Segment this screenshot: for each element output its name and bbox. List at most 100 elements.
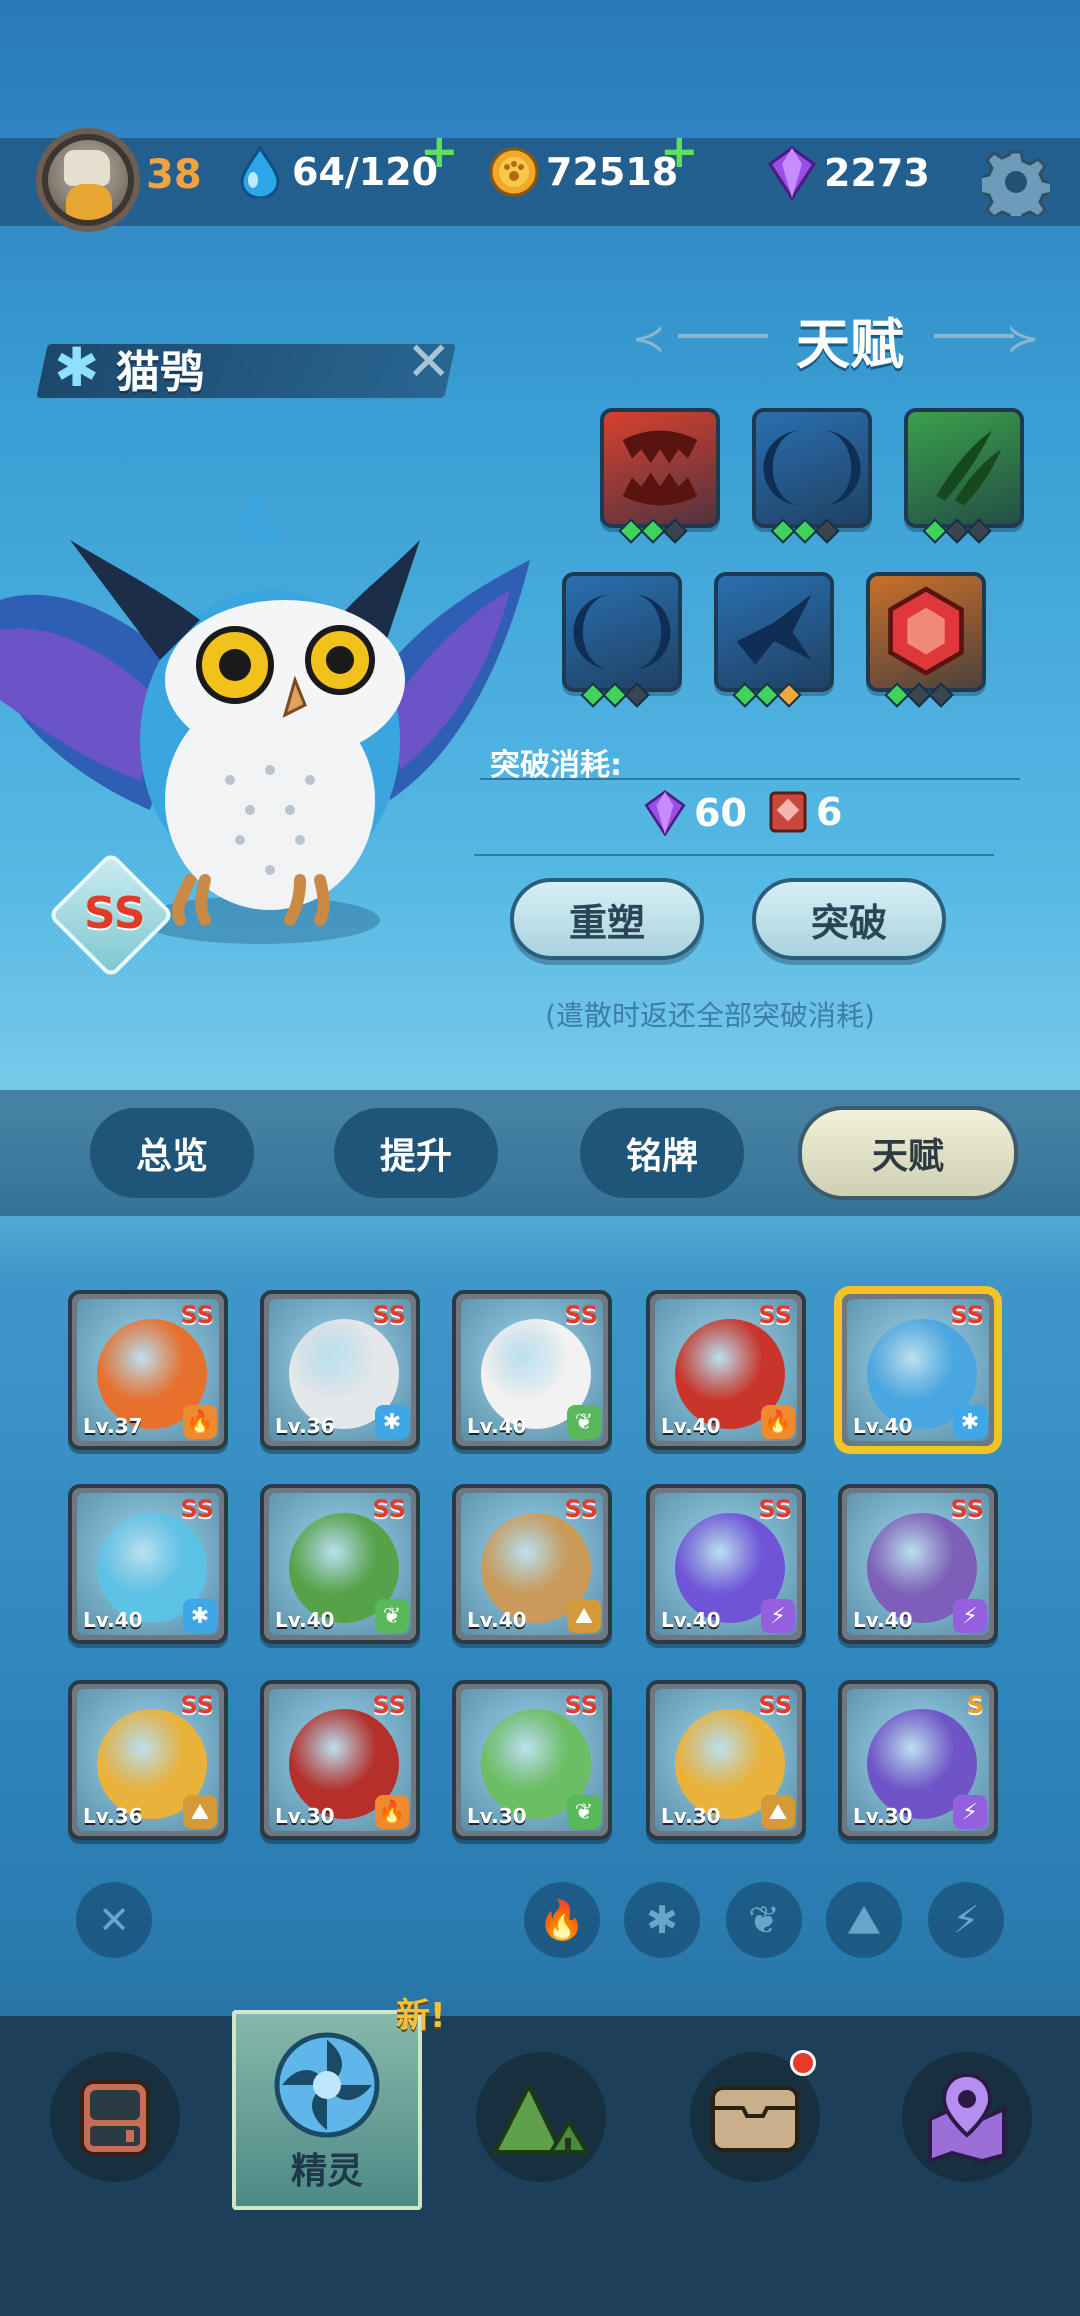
- tab-talent[interactable]: 天赋: [798, 1106, 1018, 1200]
- talent-slot[interactable]: [714, 572, 834, 708]
- gem-cost-value: 60: [694, 791, 747, 835]
- hexagon-gem-icon: [888, 586, 964, 676]
- add-stamina-button[interactable]: +: [420, 124, 459, 178]
- creature-rank: SS: [180, 1301, 215, 1329]
- creature-card[interactable]: SS Lv.30 ❦: [452, 1680, 612, 1840]
- creature-level: Lv.40: [83, 1608, 143, 1632]
- spirit-swirl-icon: [274, 2032, 380, 2138]
- creature-card[interactable]: SS Lv.40 ✱: [68, 1484, 228, 1644]
- creature-card-portrait: SS Lv.37 🔥: [77, 1299, 219, 1441]
- grass-element-icon: ❦: [375, 1599, 409, 1633]
- fire-element-icon: 🔥: [761, 1405, 795, 1439]
- creature-rank: SS: [372, 1495, 407, 1523]
- talent-slot[interactable]: [600, 408, 720, 544]
- creature-level: Lv.40: [853, 1414, 913, 1438]
- gems-display: 2273: [768, 146, 930, 200]
- grass-element-icon: ❦: [567, 1405, 601, 1439]
- creature-level: Lv.40: [661, 1608, 721, 1632]
- creature-level: Lv.40: [467, 1608, 527, 1632]
- creature-rank: SS: [180, 1691, 215, 1719]
- talent-pips: [732, 682, 802, 708]
- creature-rank: SS: [950, 1495, 985, 1523]
- tab-nameplate[interactable]: 铭牌: [580, 1108, 744, 1198]
- fang-icon: [622, 430, 698, 506]
- grass-element-icon: ❦: [567, 1795, 601, 1829]
- treasure-chest-icon: [711, 2086, 799, 2152]
- creature-card[interactable]: SS Lv.40 ⚡: [646, 1484, 806, 1644]
- player-avatar[interactable]: [36, 128, 140, 232]
- book-cost-value: 6: [816, 790, 843, 834]
- creature-card[interactable]: SS Lv.37 🔥: [68, 1290, 228, 1450]
- player-level: 38: [146, 152, 202, 198]
- earth-element-icon: ⛰: [761, 1795, 795, 1829]
- talent-slot[interactable]: [904, 408, 1024, 544]
- talent-pip: [814, 518, 840, 544]
- creature-card-portrait: SS Lv.40 ⛰: [461, 1493, 603, 1635]
- close-icon: ✕: [98, 1898, 130, 1942]
- nav-backpack[interactable]: [50, 2052, 180, 2182]
- creature-card[interactable]: SS Lv.40 ❦: [260, 1484, 420, 1644]
- mountain-icon: [491, 2081, 591, 2154]
- ice-filter-button[interactable]: ✱: [624, 1882, 700, 1958]
- talent-book-icon: [769, 791, 807, 833]
- creature-level: Lv.40: [467, 1414, 527, 1438]
- electric-element-icon: ⚡: [953, 1599, 987, 1633]
- cost-divider-bottom: [474, 854, 994, 856]
- grass-filter-button[interactable]: ❦: [726, 1882, 802, 1958]
- creature-card-portrait: SS Lv.30 🔥: [269, 1689, 411, 1831]
- talent-slot[interactable]: [562, 572, 682, 708]
- talent-pip: [624, 682, 650, 708]
- talent-pips: [580, 682, 650, 708]
- crescent-icon: [763, 430, 861, 506]
- breakthrough-button[interactable]: 突破: [752, 878, 946, 960]
- creature-level: Lv.40: [275, 1608, 335, 1632]
- creature-card[interactable]: SS Lv.40 ⛰: [452, 1484, 612, 1644]
- creature-card-portrait: SS Lv.40 🔥: [655, 1299, 797, 1441]
- creature-card[interactable]: SS Lv.30 ⛰: [646, 1680, 806, 1840]
- tab-upgrade[interactable]: 提升: [334, 1108, 498, 1198]
- creature-card-portrait: SS Lv.30 ❦: [461, 1689, 603, 1831]
- gear-icon[interactable]: [982, 148, 1050, 216]
- creature-card[interactable]: SS Lv.30 🔥: [260, 1680, 420, 1840]
- creature-card[interactable]: SS Lv.40 ❦: [452, 1290, 612, 1450]
- creature-card-portrait: SS Lv.40 ❦: [461, 1299, 603, 1441]
- gems-value: 2273: [824, 151, 930, 195]
- close-icon[interactable]: ✕: [406, 330, 451, 393]
- talent-title: 天赋: [796, 313, 904, 376]
- creature-card-portrait: SS Lv.36 ⛰: [77, 1689, 219, 1831]
- earth-icon: ⛰: [848, 1897, 880, 1942]
- reshape-button[interactable]: 重塑: [510, 878, 704, 960]
- creature-card[interactable]: SS Lv.40 ⚡: [838, 1484, 998, 1644]
- tab-overview[interactable]: 总览: [90, 1108, 254, 1198]
- creature-card[interactable]: SS Lv.40 🔥: [646, 1290, 806, 1450]
- add-coins-button[interactable]: +: [660, 124, 699, 178]
- coins-display: 72518: [488, 146, 678, 198]
- cost-divider-top: [480, 778, 1020, 780]
- creature-rank: SS: [564, 1301, 599, 1329]
- electric-filter-button[interactable]: ⚡: [928, 1882, 1004, 1958]
- fire-element-icon: 🔥: [375, 1795, 409, 1829]
- creature-card[interactable]: SS Lv.40 ✱: [838, 1290, 998, 1450]
- creature-card[interactable]: SS Lv.36 ✱: [260, 1290, 420, 1450]
- creature-card[interactable]: SS Lv.36 ⛰: [68, 1680, 228, 1840]
- claw-icon: [936, 430, 1002, 506]
- talent-pip: [966, 518, 992, 544]
- creature-card[interactable]: S Lv.30 ⚡: [838, 1680, 998, 1840]
- title-divider-right: [934, 334, 1014, 338]
- creature-rank: SS: [758, 1691, 793, 1719]
- grass-icon: ❦: [748, 1898, 780, 1942]
- ice-element-icon: ✱: [953, 1405, 987, 1439]
- clear-filter-button[interactable]: ✕: [76, 1882, 152, 1958]
- crescent-icon: [573, 594, 671, 670]
- earth-filter-button[interactable]: ⛰: [826, 1882, 902, 1958]
- ice-icon: ✱: [646, 1898, 678, 1942]
- creature-rank: SS: [180, 1495, 215, 1523]
- creature-rank: SS: [950, 1301, 985, 1329]
- talent-slot[interactable]: [752, 408, 872, 544]
- stamina-value: 64/120: [292, 150, 439, 194]
- creature-rank: SS: [372, 1691, 407, 1719]
- nav-map[interactable]: [902, 2052, 1032, 2182]
- fire-filter-button[interactable]: 🔥: [524, 1882, 600, 1958]
- talent-slot[interactable]: [866, 572, 986, 708]
- nav-explore[interactable]: [476, 2052, 606, 2182]
